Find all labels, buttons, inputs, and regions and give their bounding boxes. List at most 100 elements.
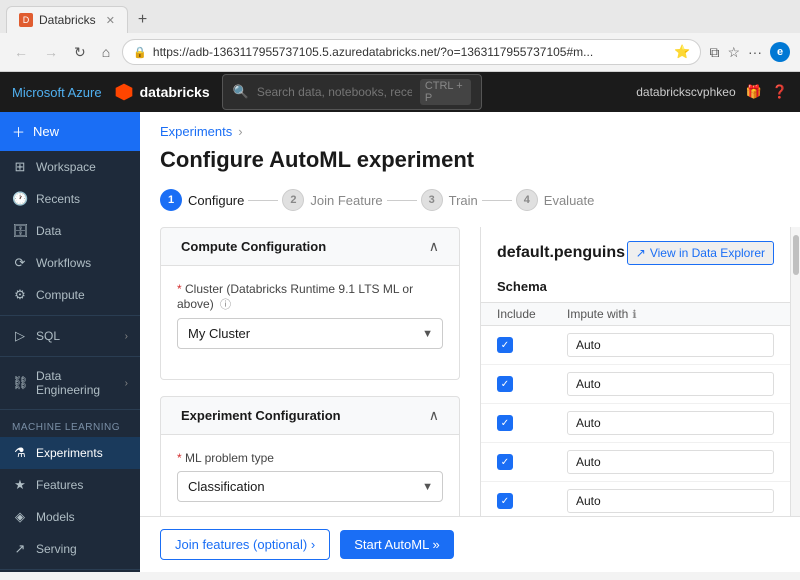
step-join-feature: 2 Join Feature [282, 189, 382, 211]
step-line-3 [482, 200, 512, 201]
sql-label: SQL [36, 329, 60, 343]
sidebar-item-serving[interactable]: ↗ Serving [0, 533, 140, 565]
checkbox-2[interactable]: ✓ [497, 376, 513, 392]
sidebar-item-data-engineering[interactable]: ⛓ Data Engineering › [0, 361, 140, 405]
impute-col-label: Impute with [567, 307, 628, 321]
impute-input-4[interactable] [567, 450, 774, 474]
azure-logo: Microsoft Azure [12, 85, 102, 100]
content-panels: Compute Configuration ∧ * Cluster (Datab… [140, 227, 800, 516]
serving-label: Serving [36, 542, 77, 556]
sql-chevron: › [125, 331, 128, 342]
sidebar-item-workflows[interactable]: ⟳ Workflows [0, 247, 140, 279]
more-icon[interactable]: ··· [748, 44, 762, 60]
checkbox-cell-5: ✓ [497, 493, 567, 509]
impute-input-2[interactable] [567, 372, 774, 396]
schema-table-header: Include Impute with ℹ [481, 302, 790, 326]
models-icon: ◈ [12, 509, 28, 525]
search-input[interactable] [257, 85, 412, 99]
experiment-section-wrapper: Experiment Configuration ∧ * ML problem … [140, 396, 480, 516]
tab-close-button[interactable]: ✕ [106, 14, 115, 27]
refresh-button[interactable]: ↻ [70, 42, 90, 63]
data-engineering-label: Data Engineering [36, 369, 117, 397]
sidebar-item-data[interactable]: 🗄 Data [0, 215, 140, 247]
workflows-icon: ⟳ [12, 255, 28, 271]
cluster-label-text: Cluster (Databricks Runtime 9.1 LTS ML o… [177, 282, 413, 311]
step-line-1 [248, 200, 278, 201]
browser-tabs: D Databricks ✕ + [0, 0, 800, 33]
sidebar-item-features[interactable]: ★ Features [0, 469, 140, 501]
breadcrumb-link[interactable]: Experiments [160, 124, 232, 139]
machine-learning-section: Machine Learning [0, 414, 140, 437]
cluster-label: * Cluster (Databricks Runtime 9.1 LTS ML… [177, 282, 443, 312]
edge-icon: e [770, 42, 790, 62]
right-panel: default.penguins ↗ View in Data Explorer… [480, 227, 790, 516]
schema-row-2: ✓ [481, 365, 790, 404]
databricks-logo: databricks [114, 82, 210, 102]
ml-required: * [177, 451, 185, 465]
checkbox-3[interactable]: ✓ [497, 415, 513, 431]
join-features-button[interactable]: Join features (optional) › [160, 529, 330, 560]
checkbox-tick-1: ✓ [501, 340, 509, 351]
active-tab[interactable]: D Databricks ✕ [6, 6, 128, 33]
ml-problem-label-text: ML problem type [185, 451, 274, 465]
favorites-icon[interactable]: ☆ [727, 44, 740, 61]
start-automl-button[interactable]: Start AutoML » [340, 530, 454, 559]
checkbox-4[interactable]: ✓ [497, 454, 513, 470]
extensions-icon[interactable]: ⧉ [709, 44, 719, 61]
vertical-scrollbar[interactable] [790, 227, 800, 516]
topbar: Microsoft Azure databricks 🔍 CTRL + P da… [0, 72, 800, 112]
sidebar-item-recents[interactable]: 🕐 Recents [0, 183, 140, 215]
step-4-label: Evaluate [544, 193, 595, 208]
sidebar-item-models[interactable]: ◈ Models [0, 501, 140, 533]
experiments-label: Experiments [36, 446, 103, 460]
back-button[interactable]: ← [10, 42, 32, 62]
v-scroll-thumb[interactable] [793, 235, 799, 275]
experiment-section-header[interactable]: Experiment Configuration ∧ [160, 396, 460, 435]
compute-collapse-icon[interactable]: ∧ [429, 238, 439, 255]
new-label: New [33, 124, 59, 139]
cluster-select-wrapper: My Cluster ▼ [177, 318, 443, 349]
compute-section-header[interactable]: Compute Configuration ∧ [160, 227, 460, 266]
help-icon[interactable]: ❓ [772, 84, 788, 100]
sidebar-divider-3 [0, 409, 140, 410]
compute-section-body: * Cluster (Databricks Runtime 9.1 LTS ML… [160, 266, 460, 380]
impute-cell-3 [567, 411, 774, 435]
panel-title: default.penguins [497, 244, 625, 262]
workspace-name: databrickscvphkeo [636, 85, 735, 99]
checkbox-1[interactable]: ✓ [497, 337, 513, 353]
new-tab-button[interactable]: + [128, 7, 157, 33]
data-label: Data [36, 224, 61, 238]
new-button[interactable]: ＋ New [0, 112, 140, 151]
cluster-select[interactable]: My Cluster [177, 318, 443, 349]
bottom-actions: Join features (optional) › Start AutoML … [140, 516, 800, 572]
impute-cell-5 [567, 489, 774, 513]
gift-icon[interactable]: 🎁 [746, 84, 762, 100]
sidebar-item-compute[interactable]: ⚙ Compute [0, 279, 140, 311]
schema-row-4: ✓ [481, 443, 790, 482]
checkbox-5[interactable]: ✓ [497, 493, 513, 509]
experiment-collapse-icon[interactable]: ∧ [429, 407, 439, 424]
serving-icon: ↗ [12, 541, 28, 557]
impute-input-3[interactable] [567, 411, 774, 435]
search-bar[interactable]: 🔍 CTRL + P [222, 74, 482, 110]
ml-problem-select-wrapper: Classification Regression Forecasting ▼ [177, 471, 443, 502]
forward-button[interactable]: → [40, 42, 62, 62]
impute-input-5[interactable] [567, 489, 774, 513]
schema-label: Schema [481, 279, 790, 302]
layout: ＋ New ⊞ Workspace 🕐 Recents 🗄 Data ⟳ Wor… [0, 112, 800, 572]
sql-icon: ▷ [12, 328, 28, 344]
sidebar-item-workspace[interactable]: ⊞ Workspace [0, 151, 140, 183]
browser-toolbar-icons: ⧉ ☆ ··· e [709, 42, 790, 62]
view-explorer-button[interactable]: ↗ View in Data Explorer [627, 241, 774, 265]
panel-header: default.penguins ↗ View in Data Explorer [481, 227, 790, 279]
sidebar-item-sql[interactable]: ▷ SQL › [0, 320, 140, 352]
ml-problem-label: * ML problem type [177, 451, 443, 465]
address-bar[interactable]: 🔒 https://adb-1363117955737105.5.azureda… [122, 39, 701, 65]
sidebar-item-experiments[interactable]: ⚗ Experiments [0, 437, 140, 469]
data-icon: 🗄 [12, 223, 28, 239]
experiments-icon: ⚗ [12, 445, 28, 461]
checkbox-cell-4: ✓ [497, 454, 567, 470]
home-button[interactable]: ⌂ [98, 42, 114, 62]
impute-input-1[interactable] [567, 333, 774, 357]
ml-problem-select[interactable]: Classification Regression Forecasting [177, 471, 443, 502]
